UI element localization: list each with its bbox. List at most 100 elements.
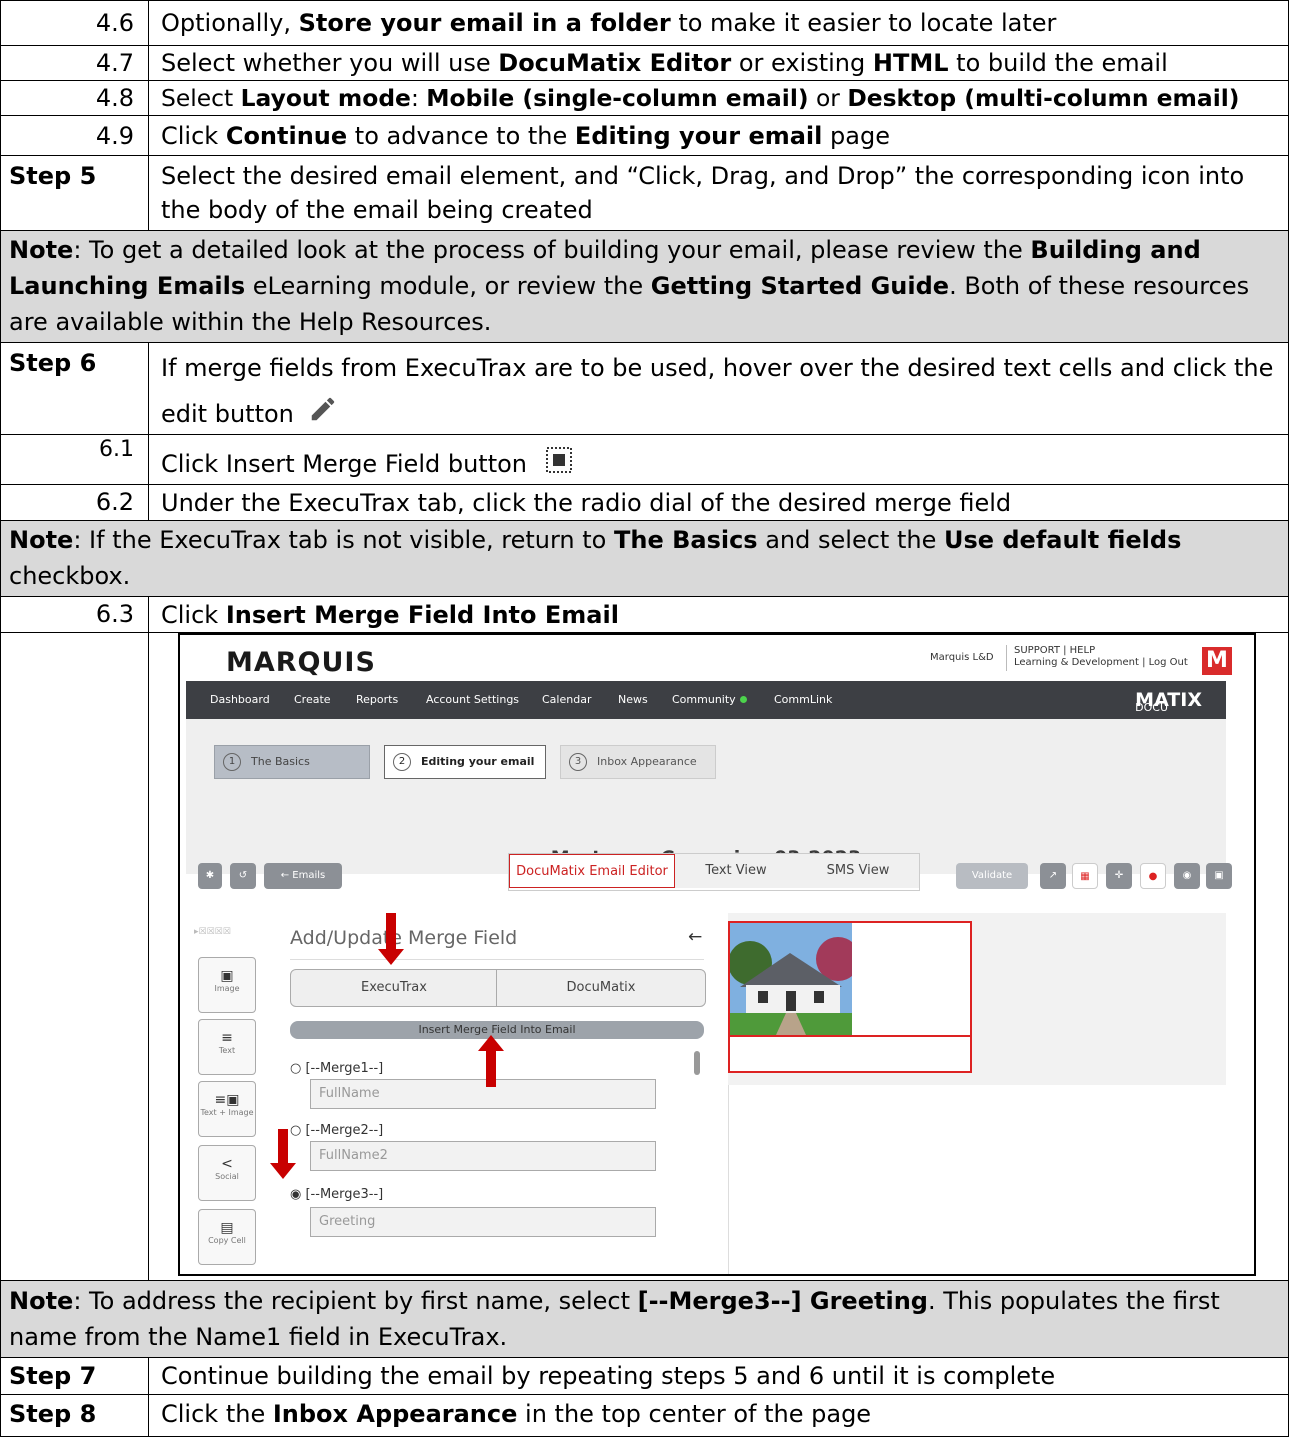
tab-text-view[interactable]: Text View bbox=[675, 854, 798, 888]
step-label: Step 6 bbox=[1, 343, 149, 434]
row-text: Under the ExecuTrax tab, click the radio… bbox=[161, 489, 1012, 517]
row-number: 4.8 bbox=[1, 81, 149, 115]
documatix-screenshot: MARQUIS Marquis L&D SUPPORT | HELP Learni… bbox=[178, 633, 1256, 1276]
nav-create[interactable]: Create bbox=[294, 693, 331, 706]
documatix-brand: DOCU MATIX bbox=[1135, 689, 1202, 714]
nav-community[interactable]: Community bbox=[672, 693, 747, 706]
row-text: If merge fields from ExecuTrax are to be… bbox=[161, 354, 1274, 428]
move-icon[interactable]: ✛ bbox=[1106, 863, 1132, 889]
editor-view-tabs: DocuMatix Email Editor Text View SMS Vie… bbox=[508, 853, 920, 891]
merge2-field[interactable]: FullName2 bbox=[310, 1141, 656, 1171]
nav-news[interactable]: News bbox=[618, 693, 648, 706]
copy-icon: ▤ bbox=[220, 1220, 234, 1236]
layout-grid-icon[interactable]: ▦ bbox=[1072, 863, 1098, 889]
arrow-to-insert-button bbox=[478, 1035, 504, 1087]
sidebar-item-text-image[interactable]: ≡▣ Text + Image bbox=[198, 1081, 256, 1137]
row-6-2: 6.2 Under the ExecuTrax tab, click the r… bbox=[0, 485, 1289, 521]
settings-gear-button[interactable]: ✱ bbox=[198, 863, 222, 889]
row-number: 4.9 bbox=[1, 116, 149, 155]
text-icon: ≡ bbox=[221, 1030, 233, 1046]
step-label: Step 5 bbox=[1, 156, 149, 230]
row-4-9: 4.9 Click Continue to advance to the Edi… bbox=[0, 116, 1289, 156]
nav-account-settings[interactable]: Account Settings bbox=[426, 693, 519, 706]
row-4-8: 4.8 Select Layout mode: Mobile (single-c… bbox=[0, 81, 1289, 116]
panel-scrollbar[interactable] bbox=[694, 1051, 700, 1075]
nav-reports[interactable]: Reports bbox=[356, 693, 398, 706]
row-6-3: 6.3 Click Insert Merge Field Into Email bbox=[0, 597, 1289, 633]
merge1-field[interactable]: FullName bbox=[310, 1079, 656, 1109]
merge3-radio[interactable]: ◉ [--Merge3--] bbox=[290, 1187, 383, 1202]
row-number: 4.6 bbox=[1, 1, 149, 45]
step-inbox-appearance[interactable]: 3 Inbox Appearance bbox=[560, 745, 716, 779]
share-icon: < bbox=[221, 1156, 233, 1172]
panel-tab-documatix[interactable]: DocuMatix bbox=[496, 969, 706, 1007]
step-label: Step 8 bbox=[1, 1395, 149, 1436]
step-label: Step 7 bbox=[1, 1358, 149, 1394]
online-status-dot bbox=[739, 696, 747, 703]
merge3-field[interactable]: Greeting bbox=[310, 1207, 656, 1237]
sidebar-toolbar: ▸☒☒☒☒ ▣ Image ≡ Text ≡▣ Text + Image < Socia… bbox=[186, 913, 282, 1274]
arrow-to-merge3-radio bbox=[270, 1129, 296, 1179]
email-image-cell[interactable] bbox=[728, 921, 972, 1037]
row-number: 4.7 bbox=[1, 46, 149, 80]
row-step-8: Step 8 Click the Inbox Appearance in the… bbox=[0, 1395, 1289, 1437]
note-building-emails: Note: To get a detailed look at the proc… bbox=[0, 231, 1289, 343]
row-number: 6.3 bbox=[1, 597, 149, 632]
row-6-1: 6.1 Click Insert Merge Field button bbox=[0, 435, 1289, 485]
note-executrax-tab: Note: If the ExecuTrax tab is not visibl… bbox=[0, 521, 1289, 597]
merge2-radio[interactable]: ○ [--Merge2--] bbox=[290, 1123, 383, 1138]
row-text: Click Insert Merge Field button bbox=[161, 446, 1280, 481]
sidebar-item-text[interactable]: ≡ Text bbox=[198, 1019, 256, 1075]
tab-sms-view[interactable]: SMS View bbox=[797, 854, 919, 888]
nav-dashboard[interactable]: Dashboard bbox=[210, 693, 270, 706]
main-nav: Dashboard Create Reports Account Setting… bbox=[186, 681, 1226, 719]
row-number: 6.2 bbox=[1, 485, 149, 520]
row-step-6: Step 6 If merge fields from ExecuTrax ar… bbox=[0, 343, 1289, 435]
image-icon: ▣ bbox=[220, 968, 234, 984]
merge1-radio[interactable]: ○ [--Merge1--] bbox=[290, 1061, 383, 1076]
row-step-7: Step 7 Continue building the email by re… bbox=[0, 1358, 1289, 1395]
email-empty-cell[interactable] bbox=[728, 1037, 972, 1073]
note-greeting: Note: To address the recipient by first … bbox=[0, 1281, 1289, 1358]
arrow-to-executrax-tab bbox=[378, 913, 404, 965]
sidebar-item-image[interactable]: ▣ Image bbox=[198, 957, 256, 1013]
pencil-edit-icon bbox=[311, 397, 334, 421]
preview-eye-icon[interactable]: ◉ bbox=[1174, 863, 1200, 889]
panel-title: Add/Update Merge Field bbox=[290, 927, 518, 949]
step-editing-your-email[interactable]: 2 Editing your email bbox=[384, 745, 546, 779]
editor-area: Mortgage Campaign 03-2023 ✱ ↺ ← Emails D… bbox=[186, 847, 1232, 1274]
marquis-logo: MARQUIS bbox=[226, 647, 376, 678]
sidebar-item-social[interactable]: < Social bbox=[198, 1145, 256, 1201]
row-text: Optionally, Store your email in a folder… bbox=[161, 9, 1057, 37]
nav-commlink[interactable]: CommLink bbox=[774, 693, 832, 706]
email-canvas bbox=[728, 913, 1226, 1085]
row-text: Select Layout mode: Mobile (single-colum… bbox=[161, 84, 1240, 112]
support-links[interactable]: SUPPORT | HELP Learning & Development | L… bbox=[1014, 645, 1188, 669]
row-text: Click Insert Merge Field Into Email bbox=[161, 601, 619, 629]
row-text: Continue building the email by repeating… bbox=[161, 1362, 1056, 1390]
row-text: Click the Inbox Appearance in the top ce… bbox=[161, 1400, 872, 1428]
account-name[interactable]: Marquis L&D bbox=[930, 652, 994, 663]
panel-back-arrow[interactable]: ← bbox=[688, 927, 702, 947]
tab-documatix-email-editor[interactable]: DocuMatix Email Editor bbox=[509, 854, 675, 888]
emails-back-button[interactable]: ← Emails bbox=[264, 863, 342, 889]
row-4-6: 4.6 Optionally, Store your email in a fo… bbox=[0, 0, 1289, 46]
marquis-m-logo: M bbox=[1202, 647, 1232, 675]
row-text: Select whether you will use DocuMatix Ed… bbox=[161, 49, 1168, 77]
row-4-7: 4.7 Select whether you will use DocuMati… bbox=[0, 46, 1289, 81]
expand-icon[interactable]: ↗ bbox=[1040, 863, 1066, 889]
panel-tab-executrax[interactable]: ExecuTrax bbox=[290, 969, 498, 1007]
sidebar-mini-icons: ▸☒☒☒☒ bbox=[194, 927, 231, 937]
validate-button[interactable]: Validate bbox=[956, 863, 1028, 889]
top-bar: MARQUIS Marquis L&D SUPPORT | HELP Learni… bbox=[186, 637, 1232, 681]
house-image bbox=[730, 923, 852, 1035]
nav-calendar[interactable]: Calendar bbox=[542, 693, 591, 706]
text-image-icon: ≡▣ bbox=[214, 1092, 240, 1108]
save-icon[interactable]: ▣ bbox=[1206, 863, 1232, 889]
step-the-basics[interactable]: 1 The Basics bbox=[214, 745, 370, 779]
row-text: Click Continue to advance to the Editing… bbox=[161, 122, 890, 150]
timer-icon[interactable]: ● bbox=[1140, 863, 1166, 889]
history-button[interactable]: ↺ bbox=[230, 863, 256, 889]
sidebar-item-copy-cell[interactable]: ▤ Copy Cell bbox=[198, 1209, 256, 1265]
row-step-5: Step 5 Select the desired email element,… bbox=[0, 156, 1289, 231]
